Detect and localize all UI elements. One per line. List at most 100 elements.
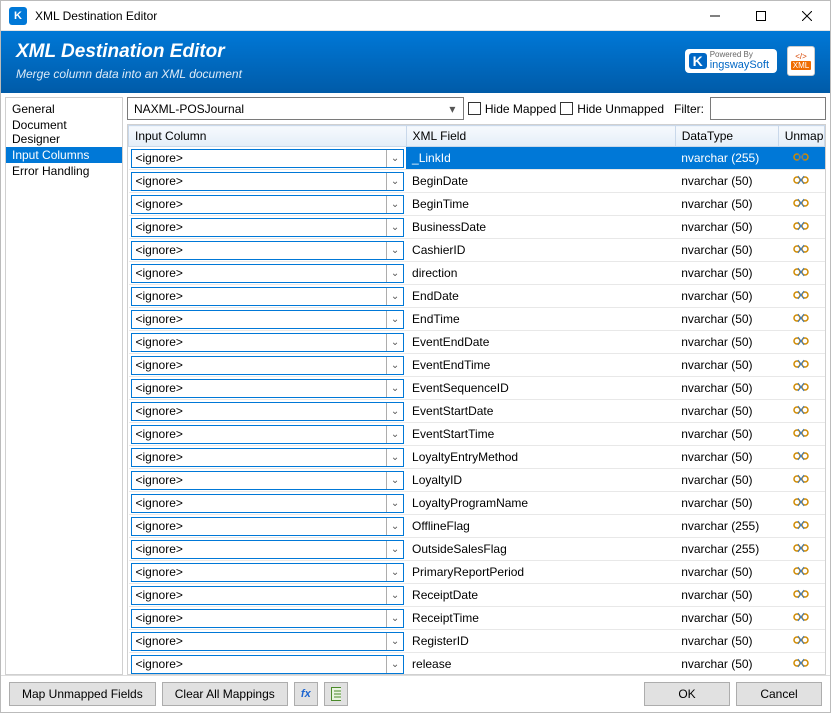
maximize-button[interactable]	[738, 1, 784, 30]
input-column-select[interactable]: <ignore> ⌄	[131, 149, 405, 168]
sidebar-item-general[interactable]: General	[6, 101, 122, 117]
unmap-icon[interactable]	[792, 150, 810, 167]
table-row[interactable]: <ignore>⌄LoyaltyEntryMethodnvarchar (50)	[129, 446, 825, 469]
table-row[interactable]: <ignore>⌄LoyaltyIDnvarchar (50)	[129, 469, 825, 492]
unmap-icon[interactable]	[792, 426, 810, 443]
table-row[interactable]: <ignore>⌄BeginDatenvarchar (50)	[129, 170, 825, 193]
table-row[interactable]: <ignore>⌄ReceiptDatenvarchar (50)	[129, 584, 825, 607]
table-row[interactable]: <ignore>⌄RegisterIDnvarchar (50)	[129, 630, 825, 653]
expression-button[interactable]	[324, 682, 348, 706]
fx-button[interactable]: fx	[294, 682, 318, 706]
unmap-icon[interactable]	[792, 633, 810, 650]
unmap-icon[interactable]	[792, 610, 810, 627]
unmap-icon[interactable]	[792, 656, 810, 673]
page-title: XML Destination Editor	[16, 41, 242, 63]
table-row[interactable]: <ignore>⌄BusinessDatenvarchar (50)	[129, 216, 825, 239]
input-column-select[interactable]: <ignore>⌄	[131, 241, 405, 260]
input-column-select[interactable]: <ignore>⌄	[131, 310, 405, 329]
unmap-icon[interactable]	[792, 334, 810, 351]
input-column-select[interactable]: <ignore>⌄	[131, 218, 405, 237]
table-row[interactable]: <ignore>⌄ReceiptTimenvarchar (50)	[129, 607, 825, 630]
input-column-value: <ignore>	[136, 174, 183, 188]
unmap-icon[interactable]	[792, 173, 810, 190]
table-row[interactable]: <ignore>⌄_LinkIdnvarchar (255)	[129, 147, 825, 170]
unmap-icon[interactable]	[792, 288, 810, 305]
input-column-value: <ignore>	[136, 450, 183, 464]
unmap-icon[interactable]	[792, 242, 810, 259]
table-row[interactable]: <ignore>⌄EventSequenceIDnvarchar (50)	[129, 377, 825, 400]
input-column-select[interactable]: <ignore>⌄	[131, 563, 405, 582]
table-row[interactable]: <ignore>⌄EventStartTimenvarchar (50)	[129, 423, 825, 446]
table-row[interactable]: <ignore>⌄releasenvarchar (50)	[129, 653, 825, 675]
ok-button[interactable]: OK	[644, 682, 730, 706]
unmap-icon[interactable]	[792, 564, 810, 581]
chevron-down-icon: ⌄	[386, 150, 403, 167]
header-data-type[interactable]: DataType	[675, 126, 778, 147]
sidebar-item-document-designer[interactable]: Document Designer	[6, 117, 122, 147]
input-column-select[interactable]: <ignore>⌄	[131, 425, 405, 444]
minimize-button[interactable]	[692, 1, 738, 30]
header-input-column[interactable]: Input Column	[129, 126, 407, 147]
input-column-select[interactable]: <ignore>⌄	[131, 287, 405, 306]
input-column-select[interactable]: <ignore>⌄	[131, 379, 405, 398]
table-row[interactable]: <ignore>⌄CashierIDnvarchar (50)	[129, 239, 825, 262]
table-row[interactable]: <ignore>⌄EndTimenvarchar (50)	[129, 308, 825, 331]
unmap-icon[interactable]	[792, 265, 810, 282]
input-column-select[interactable]: <ignore>⌄	[131, 471, 405, 490]
unmap-icon[interactable]	[792, 219, 810, 236]
grid-scroll[interactable]: Input Column XML Field DataType Unmap <i…	[128, 125, 825, 674]
input-column-select[interactable]: <ignore>⌄	[131, 632, 405, 651]
sidebar-item-input-columns[interactable]: Input Columns	[6, 147, 122, 163]
unmap-icon[interactable]	[792, 357, 810, 374]
input-column-select[interactable]: <ignore>⌄	[131, 517, 405, 536]
input-column-select[interactable]: <ignore>⌄	[131, 448, 405, 467]
unmap-icon[interactable]	[792, 196, 810, 213]
table-row[interactable]: <ignore>⌄PrimaryReportPeriodnvarchar (50…	[129, 561, 825, 584]
table-select[interactable]: NAXML-POSJournal ▾	[127, 97, 464, 120]
input-column-select[interactable]: <ignore>⌄	[131, 356, 405, 375]
unmap-icon[interactable]	[792, 472, 810, 489]
table-row[interactable]: <ignore>⌄EventEndTimenvarchar (50)	[129, 354, 825, 377]
table-row[interactable]: <ignore>⌄directionnvarchar (50)	[129, 262, 825, 285]
input-column-select[interactable]: <ignore>⌄	[131, 586, 405, 605]
input-column-value: <ignore>	[136, 289, 183, 303]
input-column-select[interactable]: <ignore>⌄	[131, 609, 405, 628]
hide-mapped-checkbox[interactable]: Hide Mapped	[468, 97, 556, 120]
table-row[interactable]: <ignore>⌄EventStartDatenvarchar (50)	[129, 400, 825, 423]
input-column-select[interactable]: <ignore>⌄	[131, 494, 405, 513]
data-type-cell: nvarchar (50)	[675, 239, 778, 262]
unmap-icon[interactable]	[792, 311, 810, 328]
table-row[interactable]: <ignore>⌄LoyaltyProgramNamenvarchar (50)	[129, 492, 825, 515]
table-row[interactable]: <ignore>⌄OutsideSalesFlagnvarchar (255)	[129, 538, 825, 561]
close-button[interactable]	[784, 1, 830, 30]
table-row[interactable]: <ignore>⌄EndDatenvarchar (50)	[129, 285, 825, 308]
hide-unmapped-checkbox[interactable]: Hide Unmapped	[560, 97, 664, 120]
input-column-select[interactable]: <ignore>⌄	[131, 655, 405, 674]
unmap-icon[interactable]	[792, 403, 810, 420]
input-column-select[interactable]: <ignore>⌄	[131, 540, 405, 559]
cancel-button[interactable]: Cancel	[736, 682, 822, 706]
close-icon	[802, 11, 812, 21]
input-column-select[interactable]: <ignore>⌄	[131, 195, 405, 214]
table-row[interactable]: <ignore>⌄BeginTimenvarchar (50)	[129, 193, 825, 216]
sidebar-item-error-handling[interactable]: Error Handling	[6, 163, 122, 179]
input-column-value: <ignore>	[136, 151, 183, 165]
input-column-select[interactable]: <ignore>⌄	[131, 172, 405, 191]
input-column-select[interactable]: <ignore>⌄	[131, 264, 405, 283]
unmap-icon[interactable]	[792, 587, 810, 604]
unmap-icon[interactable]	[792, 380, 810, 397]
input-column-select[interactable]: <ignore>⌄	[131, 333, 405, 352]
input-column-value: <ignore>	[136, 519, 183, 533]
unmap-icon[interactable]	[792, 518, 810, 535]
clear-all-button[interactable]: Clear All Mappings	[162, 682, 288, 706]
filter-input[interactable]	[710, 97, 826, 120]
unmap-icon[interactable]	[792, 449, 810, 466]
map-unmapped-button[interactable]: Map Unmapped Fields	[9, 682, 156, 706]
unmap-icon[interactable]	[792, 541, 810, 558]
header-xml-field[interactable]: XML Field	[406, 126, 675, 147]
table-row[interactable]: <ignore>⌄EventEndDatenvarchar (50)	[129, 331, 825, 354]
input-column-select[interactable]: <ignore>⌄	[131, 402, 405, 421]
table-row[interactable]: <ignore>⌄OfflineFlagnvarchar (255)	[129, 515, 825, 538]
unmap-icon[interactable]	[792, 495, 810, 512]
header-unmap[interactable]: Unmap	[778, 126, 824, 147]
